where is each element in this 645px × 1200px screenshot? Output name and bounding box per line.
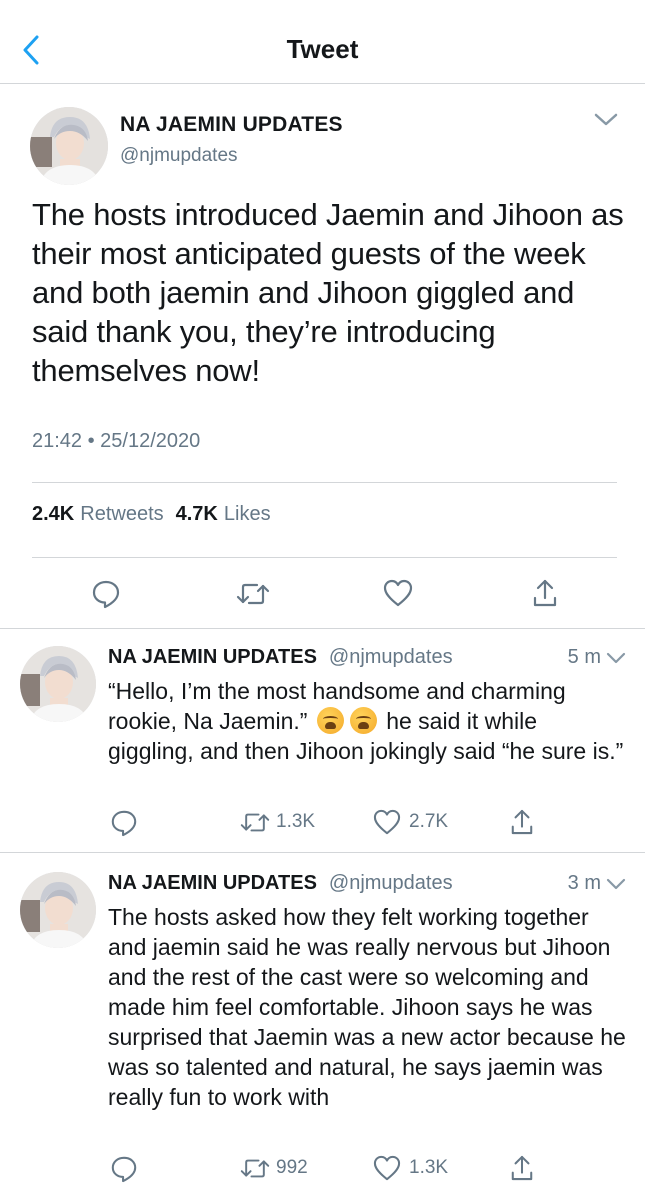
page-title: Tweet bbox=[286, 34, 359, 64]
avatar-image bbox=[20, 646, 96, 722]
heart-icon[interactable] bbox=[383, 579, 413, 607]
main-tweet: NA JAEMIN UPDATES @njmupdates The hosts … bbox=[0, 85, 645, 625]
author-handle[interactable]: @njmupdates bbox=[120, 145, 238, 167]
reply-icon[interactable] bbox=[110, 809, 138, 837]
weary-face-emoji bbox=[316, 707, 344, 734]
tweet-stats: 2.4K Retweets 4.7K Likes bbox=[32, 503, 283, 526]
author-name[interactable]: NA JAEMIN UPDATES bbox=[108, 872, 317, 895]
retweets-label[interactable]: Retweets bbox=[80, 503, 163, 526]
reply-action-bar: 992 1.3K bbox=[0, 1154, 645, 1184]
author-handle[interactable]: @njmupdates bbox=[329, 872, 453, 895]
divider bbox=[32, 482, 617, 483]
author-name[interactable]: NA JAEMIN UPDATES bbox=[120, 113, 343, 137]
reply-header: NA JAEMIN UPDATES @njmupdates 3 m bbox=[108, 872, 627, 895]
like-count[interactable]: 1.3K bbox=[409, 1157, 448, 1179]
avatar[interactable] bbox=[20, 646, 96, 722]
heart-icon[interactable] bbox=[373, 1155, 401, 1181]
author-name[interactable]: NA JAEMIN UPDATES bbox=[108, 646, 317, 669]
retweet-icon[interactable] bbox=[240, 811, 270, 834]
reply-icon[interactable] bbox=[110, 1155, 138, 1183]
avatar-image bbox=[30, 107, 108, 185]
like-count[interactable]: 2.7K bbox=[409, 811, 448, 833]
avatar[interactable] bbox=[30, 107, 108, 185]
tweet-action-bar bbox=[0, 575, 645, 615]
weary-face-emoji bbox=[349, 707, 377, 734]
tweet-detail-screen: Tweet NA JAEMIN UPDATES @njmupdates The … bbox=[0, 0, 645, 1200]
avatar[interactable] bbox=[20, 872, 96, 948]
like-count[interactable]: 4.7K bbox=[176, 503, 218, 526]
reply-tweet[interactable]: NA JAEMIN UPDATES @njmupdates 3 m The ho… bbox=[0, 872, 645, 1198]
reply-icon[interactable] bbox=[91, 579, 121, 609]
chevron-down-icon[interactable] bbox=[605, 650, 627, 666]
retweet-icon[interactable] bbox=[240, 1157, 270, 1180]
retweet-icon[interactable] bbox=[236, 581, 270, 607]
tweet-timestamp: 21:42 • 25/12/2020 bbox=[32, 430, 201, 452]
reply-text: “Hello, I’m the most handsome and charmi… bbox=[108, 676, 628, 766]
chevron-down-icon[interactable] bbox=[590, 109, 622, 131]
reply-action-bar: 1.3K 2.7K bbox=[0, 808, 645, 838]
avatar-image bbox=[20, 872, 96, 948]
reply-header: NA JAEMIN UPDATES @njmupdates 5 m bbox=[108, 646, 627, 669]
retweet-count[interactable]: 992 bbox=[276, 1157, 308, 1179]
heart-icon[interactable] bbox=[373, 809, 401, 835]
share-icon[interactable] bbox=[532, 578, 558, 608]
navigation-bar: Tweet bbox=[0, 0, 645, 84]
retweet-count[interactable]: 1.3K bbox=[276, 811, 315, 833]
tweet-text: The hosts introduced Jaemin and Jihoon a… bbox=[32, 197, 624, 388]
divider bbox=[32, 557, 617, 558]
reply-tweet[interactable]: NA JAEMIN UPDATES @njmupdates 5 m “Hello… bbox=[0, 646, 645, 852]
section-divider bbox=[0, 628, 645, 629]
share-icon[interactable] bbox=[510, 1154, 534, 1182]
share-icon[interactable] bbox=[510, 808, 534, 836]
likes-label[interactable]: Likes bbox=[224, 503, 271, 526]
retweet-count[interactable]: 2.4K bbox=[32, 503, 74, 526]
reply-timestamp: 3 m bbox=[567, 872, 601, 894]
reply-text: The hosts asked how they felt working to… bbox=[108, 904, 626, 1110]
author-handle[interactable]: @njmupdates bbox=[329, 646, 453, 669]
reply-timestamp: 5 m bbox=[567, 646, 601, 668]
chevron-down-icon[interactable] bbox=[605, 876, 627, 892]
reply-divider bbox=[0, 852, 645, 853]
